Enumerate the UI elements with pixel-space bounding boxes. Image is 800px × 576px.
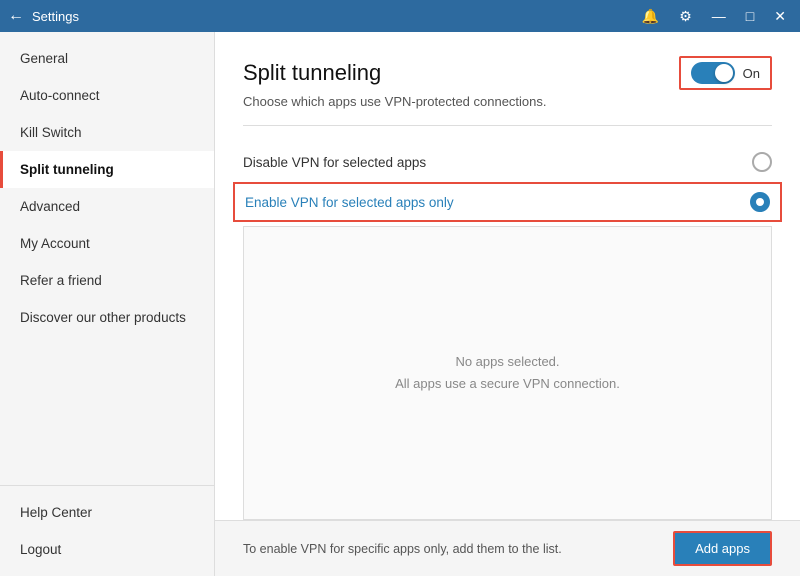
radio-disable-vpn[interactable]: Disable VPN for selected apps: [243, 142, 772, 182]
sidebar-bottom: Help Center Logout: [0, 485, 214, 576]
radio-disable-vpn-circle: [752, 152, 772, 172]
sidebar-item-logout[interactable]: Logout: [0, 531, 214, 568]
page-header: Split tunneling On: [243, 56, 772, 90]
back-button[interactable]: ←: [8, 7, 24, 25]
sidebar-item-help-center[interactable]: Help Center: [0, 494, 214, 531]
apps-empty-message: No apps selected. All apps use a secure …: [395, 351, 620, 395]
section-divider: [243, 125, 772, 126]
titlebar-icons: 🔔 ⚙ — □ ✕: [636, 6, 792, 27]
toggle-container: On: [679, 56, 772, 90]
bottom-bar: To enable VPN for specific apps only, ad…: [215, 520, 800, 576]
content-area: Split tunneling On Choose which apps use…: [215, 32, 800, 520]
toggle-label: On: [743, 66, 760, 81]
sidebar-item-kill-switch[interactable]: Kill Switch: [0, 114, 214, 151]
add-apps-button[interactable]: Add apps: [673, 531, 772, 566]
radio-disable-vpn-label: Disable VPN for selected apps: [243, 155, 426, 170]
sidebar-nav: General Auto-connect Kill Switch Split t…: [0, 32, 214, 485]
sidebar-item-auto-connect[interactable]: Auto-connect: [0, 77, 214, 114]
apps-panel: No apps selected. All apps use a secure …: [243, 226, 772, 520]
radio-enable-vpn-only[interactable]: Enable VPN for selected apps only: [233, 182, 782, 222]
sidebar: General Auto-connect Kill Switch Split t…: [0, 32, 215, 576]
app-body: General Auto-connect Kill Switch Split t…: [0, 32, 800, 576]
split-tunneling-toggle[interactable]: [691, 62, 735, 84]
sidebar-item-advanced[interactable]: Advanced: [0, 188, 214, 225]
sidebar-item-split-tunneling[interactable]: Split tunneling: [0, 151, 214, 188]
close-button[interactable]: ✕: [768, 6, 792, 27]
bottom-bar-text: To enable VPN for specific apps only, ad…: [243, 542, 657, 556]
main-content: Split tunneling On Choose which apps use…: [215, 32, 800, 576]
sidebar-item-my-account[interactable]: My Account: [0, 225, 214, 262]
sidebar-item-discover-products[interactable]: Discover our other products: [0, 299, 214, 336]
titlebar-title: Settings: [32, 9, 636, 24]
titlebar: ← Settings 🔔 ⚙ — □ ✕: [0, 0, 800, 32]
page-title: Split tunneling: [243, 60, 381, 86]
page-subtitle: Choose which apps use VPN-protected conn…: [243, 94, 772, 109]
radio-enable-vpn-only-circle: [750, 192, 770, 212]
radio-enable-vpn-only-label: Enable VPN for selected apps only: [245, 195, 454, 210]
apps-empty-line1: No apps selected.: [395, 351, 620, 373]
maximize-button[interactable]: □: [740, 6, 760, 26]
sidebar-item-general[interactable]: General: [0, 40, 214, 77]
minimize-button[interactable]: —: [706, 6, 732, 26]
notification-icon[interactable]: 🔔: [636, 6, 665, 27]
settings-icon[interactable]: ⚙: [673, 6, 698, 27]
apps-empty-line2: All apps use a secure VPN connection.: [395, 373, 620, 395]
sidebar-item-refer-a-friend[interactable]: Refer a friend: [0, 262, 214, 299]
